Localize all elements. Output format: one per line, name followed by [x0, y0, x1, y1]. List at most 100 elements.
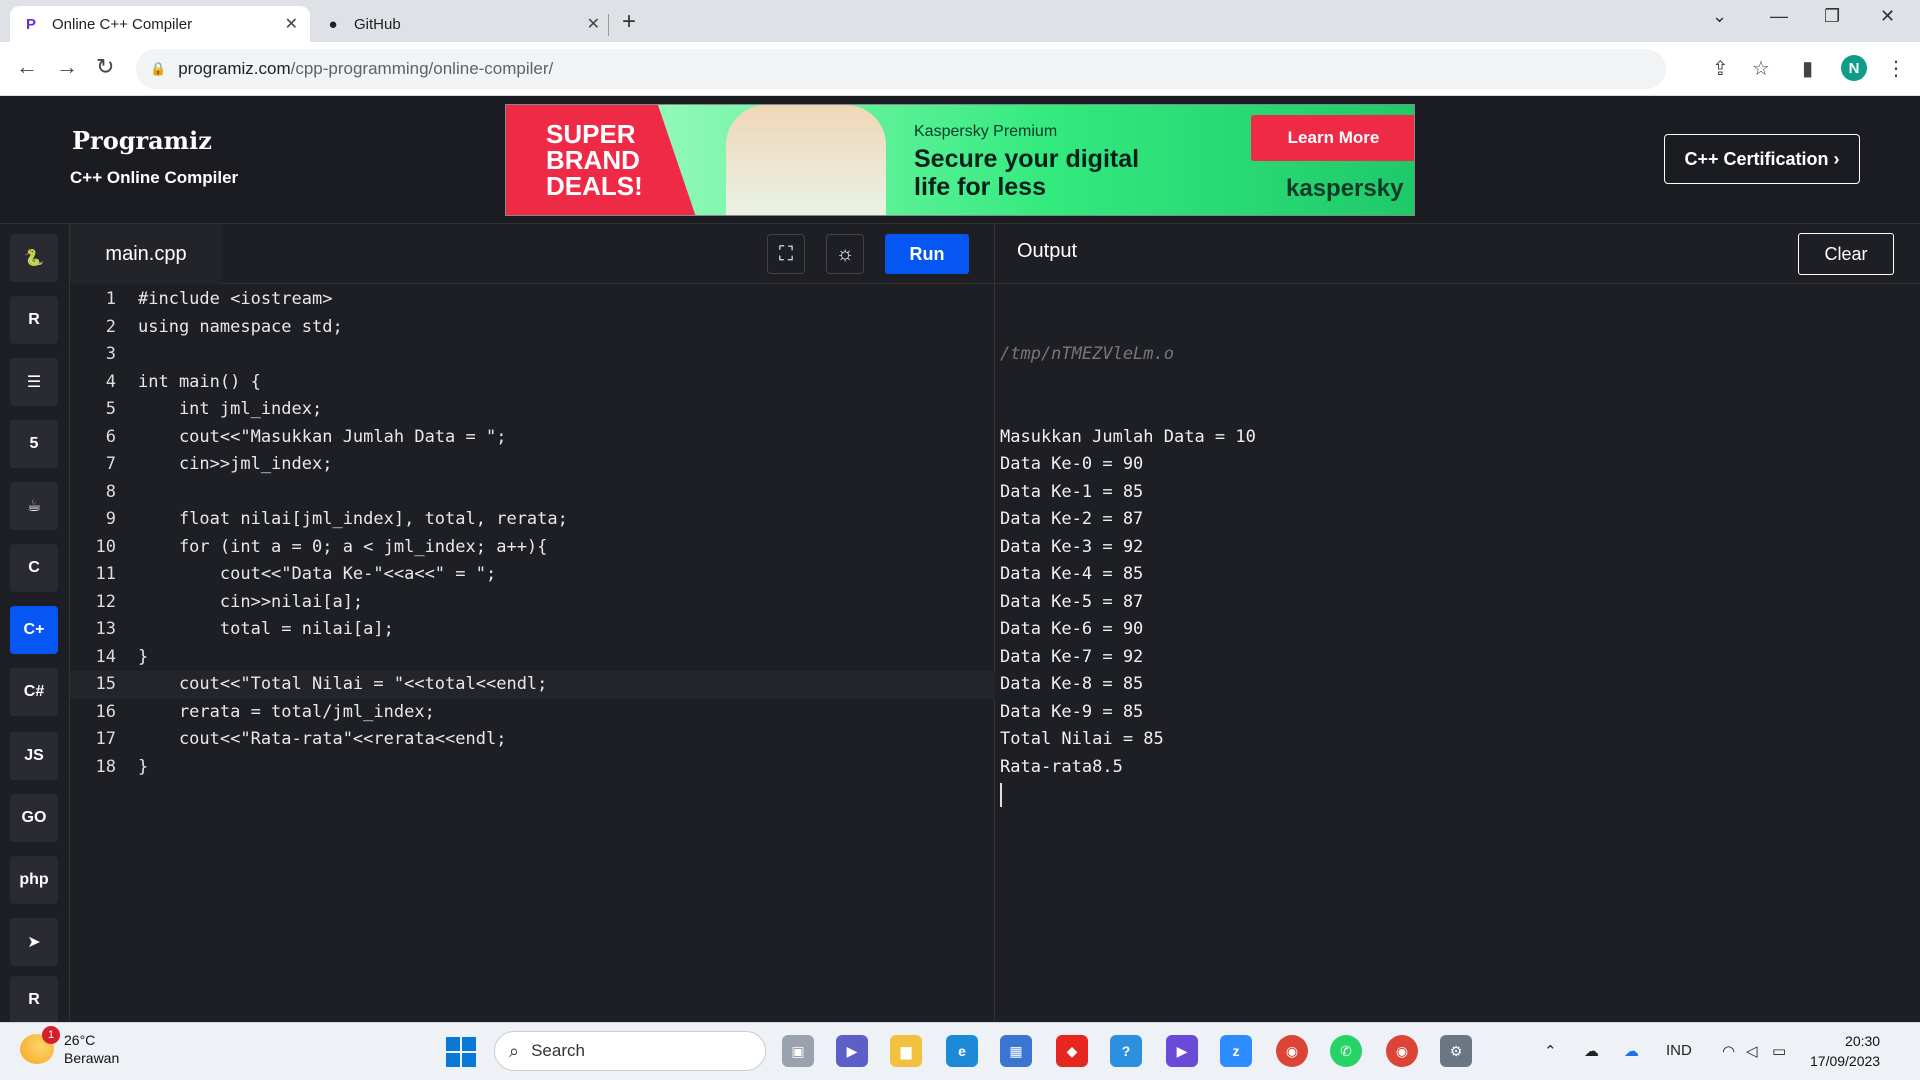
menu-kebab-icon[interactable]: ⋮ [1886, 56, 1906, 81]
file-tab-main[interactable]: main.cpp [70, 224, 222, 284]
code-line[interactable]: 17 cout<<"Rata-rata"<<rerata<<endl; [70, 726, 995, 754]
tab-online-compiler[interactable]: P Online C++ Compiler ✕ [10, 6, 310, 42]
close-tab-icon[interactable]: ✕ [285, 14, 298, 34]
weather-widget[interactable]: 1 26°C Berawan [20, 1026, 119, 1067]
taskbar-search[interactable]: ⌕ Search [494, 1031, 766, 1071]
output-line: Data Ke-2 = 87 [1000, 509, 1144, 529]
reload-icon[interactable]: ↻ [96, 54, 114, 80]
line-number: 18 [95, 756, 116, 777]
programiz-logo[interactable]: Programiz [72, 126, 212, 155]
tab-github[interactable]: ● GitHub ✕ [312, 6, 612, 42]
code-area[interactable]: 1 #include <iostream> 2 using namespace std… [70, 286, 995, 781]
code-line[interactable]: 8 [70, 479, 995, 507]
code-line[interactable]: 12 cin>>nilai[a]; [70, 589, 995, 617]
line-number: 15 [95, 674, 116, 694]
certification-button[interactable]: C++ Certification › [1664, 134, 1860, 184]
back-icon[interactable]: ← [16, 54, 38, 80]
settings-gear-icon[interactable]: ⚙ [1440, 1035, 1472, 1067]
file-explorer-icon[interactable]: ▆ [890, 1035, 922, 1067]
teams-chat-icon[interactable]: ▶ [836, 1035, 868, 1067]
volume-icon[interactable]: ◁ [1746, 1042, 1758, 1060]
code-line[interactable]: 13 total = nilai[a]; [70, 616, 995, 644]
url-path: /cpp-programming/online-compiler/ [290, 59, 554, 78]
onedrive-icon[interactable]: ☁ [1624, 1042, 1639, 1060]
code-line[interactable]: 6 cout<<"Masukkan Jumlah Data = "; [70, 424, 995, 452]
run-button[interactable]: Run [885, 234, 969, 274]
code-text: total = nilai[a]; [138, 619, 394, 639]
sql-icon[interactable]: ☰ [10, 358, 58, 406]
theme-toggle-icon[interactable]: ☼ [826, 234, 864, 274]
share-icon[interactable]: ⇪ [1712, 56, 1729, 81]
chrome-profile-icon[interactable]: ◉ [1386, 1035, 1418, 1067]
code-line[interactable]: 18} [70, 754, 995, 782]
chevron-up-icon[interactable]: ⌃ [1544, 1042, 1557, 1060]
output-console[interactable]: /tmp/nTMEZVleLm.o Masukkan Jumlah Data =… [1000, 286, 1900, 807]
start-menu-icon[interactable] [446, 1037, 476, 1067]
rust-icon[interactable]: R [10, 976, 58, 1024]
code-text: } [138, 756, 149, 777]
clear-button[interactable]: Clear [1798, 233, 1894, 275]
address-bar[interactable]: 🔒 programiz.com/cpp-programming/online-c… [136, 49, 1666, 89]
ad-banner[interactable]: SUPER BRAND DEALS! Kaspersky Premium Sec… [505, 104, 1415, 216]
code-line[interactable]: 7 cin>>jml_index; [70, 451, 995, 479]
task-view-icon[interactable]: ▣ [782, 1035, 814, 1067]
python-icon[interactable]: 🐍 [10, 234, 58, 282]
system-clock[interactable]: 20:30 17/09/2023 [1810, 1031, 1880, 1071]
code-text: cout<<"Total Nilai = "<<total<<endl; [138, 674, 548, 694]
ad-learn-more-button[interactable]: Learn More [1251, 115, 1414, 161]
php-icon[interactable]: php [10, 856, 58, 904]
anydesk-icon[interactable]: ◆ [1056, 1035, 1088, 1067]
side-panel-icon[interactable]: ▮ [1802, 56, 1813, 81]
java-icon[interactable]: ☕ [10, 482, 58, 530]
fullscreen-icon[interactable]: ⛶ [767, 234, 805, 274]
tab-label: Online C++ Compiler [52, 15, 193, 33]
microsoft-store-icon[interactable]: ▦ [1000, 1035, 1032, 1067]
c-icon[interactable]: C [10, 544, 58, 592]
search-icon: ⌕ [509, 1040, 520, 1061]
code-line[interactable]: 16 rerata = total/jml_index; [70, 699, 995, 727]
chrome-icon[interactable]: ◉ [1276, 1035, 1308, 1067]
code-line[interactable]: 5 int jml_index; [70, 396, 995, 424]
profile-avatar[interactable]: N [1841, 55, 1867, 81]
code-line[interactable]: 3 [70, 341, 995, 369]
tab-search-icon[interactable]: ⌄ [1712, 6, 1727, 27]
code-line[interactable]: 15 cout<<"Total Nilai = "<<total<<endl; [70, 671, 995, 699]
code-line[interactable]: 14} [70, 644, 995, 672]
code-line[interactable]: 11 cout<<"Data Ke-"<<a<<" = "; [70, 561, 995, 589]
browser-toolbar: ← → ↻ 🔒 programiz.com/cpp-programming/on… [0, 42, 1920, 96]
zoom-icon[interactable]: z [1220, 1035, 1252, 1067]
swift-icon[interactable]: ➤ [10, 918, 58, 966]
csharp-icon[interactable]: C# [10, 668, 58, 716]
forward-icon[interactable]: → [56, 54, 78, 80]
bookmark-star-icon[interactable]: ☆ [1752, 56, 1770, 81]
code-text: cin>>jml_index; [138, 454, 333, 474]
cloud-icon[interactable]: ☁ [1584, 1042, 1599, 1060]
code-line[interactable]: 1 #include <iostream> [70, 286, 995, 314]
html-icon[interactable]: 5 [10, 420, 58, 468]
code-line[interactable]: 10 for (int a = 0; a < jml_index; a++){ [70, 534, 995, 562]
code-text: cout<<"Masukkan Jumlah Data = "; [138, 426, 507, 447]
js-icon[interactable]: JS [10, 732, 58, 780]
clock-time: 20:30 [1845, 1033, 1881, 1049]
r-icon[interactable]: R [10, 296, 58, 344]
cpp-icon[interactable]: C+ [10, 606, 58, 654]
code-line[interactable]: 9 float nilai[jml_index], total, rerata; [70, 506, 995, 534]
ad-headline: Secure your digital life for less [914, 145, 1140, 201]
battery-icon[interactable]: ▭ [1772, 1042, 1786, 1060]
minimize-icon[interactable]: — [1770, 6, 1788, 27]
new-tab-icon[interactable]: + [622, 8, 636, 36]
wifi-icon[interactable]: ◠ [1722, 1042, 1735, 1060]
get-help-icon[interactable]: ? [1110, 1035, 1142, 1067]
whatsapp-icon[interactable]: ✆ [1330, 1035, 1362, 1067]
clipchamp-icon[interactable]: ▶ [1166, 1035, 1198, 1067]
code-line[interactable]: 2 using namespace std; [70, 314, 995, 342]
go-icon[interactable]: GO [10, 794, 58, 842]
close-tab-icon[interactable]: ✕ [587, 14, 600, 34]
code-text: rerata = total/jml_index; [138, 701, 435, 722]
language-indicator[interactable]: IND [1666, 1042, 1692, 1059]
code-line[interactable]: 4 int main() { [70, 369, 995, 397]
edge-icon[interactable]: e [946, 1035, 978, 1067]
close-window-icon[interactable]: ✕ [1880, 6, 1895, 27]
line-number: 1 [105, 289, 116, 309]
restore-icon[interactable]: ❐ [1824, 6, 1840, 27]
